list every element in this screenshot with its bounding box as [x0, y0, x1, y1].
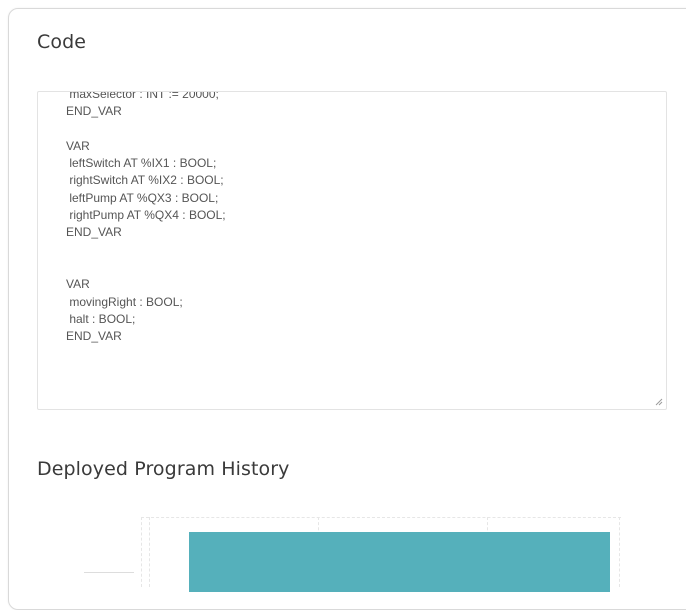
resize-handle-icon[interactable] [655, 398, 663, 406]
code-line: END_VAR [66, 329, 122, 344]
code-section-title: Code [37, 31, 87, 53]
code-line: rightPump AT %QX4 : BOOL; [66, 208, 226, 223]
code-line: leftPump AT %QX3 : BOOL; [66, 190, 219, 205]
chart-gridline [141, 517, 142, 587]
code-line: movingRight : BOOL; [66, 294, 183, 309]
chart-gridline [141, 517, 621, 518]
code-lines: maxSelector : INT := 20000; END_VAR VAR … [66, 91, 226, 345]
code-line: VAR [66, 138, 90, 153]
code-line: rightSwitch AT %IX2 : BOOL; [66, 173, 224, 188]
deployment-history-chart [141, 517, 621, 592]
chart-gridline [619, 517, 620, 587]
code-line: maxSelector : INT := 20000; [66, 91, 219, 101]
code-line: END_VAR [66, 104, 122, 119]
code-line: leftSwitch AT %IX1 : BOOL; [66, 156, 217, 171]
chart-bar[interactable] [189, 532, 610, 592]
chart-gridline [149, 517, 150, 587]
code-line: VAR [66, 277, 90, 292]
code-line: END_VAR [66, 225, 122, 240]
history-section-title: Deployed Program History [37, 458, 290, 480]
chart-axis-tick [84, 572, 134, 573]
code-line: halt : BOOL; [66, 311, 136, 326]
code-textarea[interactable]: maxSelector : INT := 20000; END_VAR VAR … [37, 91, 667, 410]
